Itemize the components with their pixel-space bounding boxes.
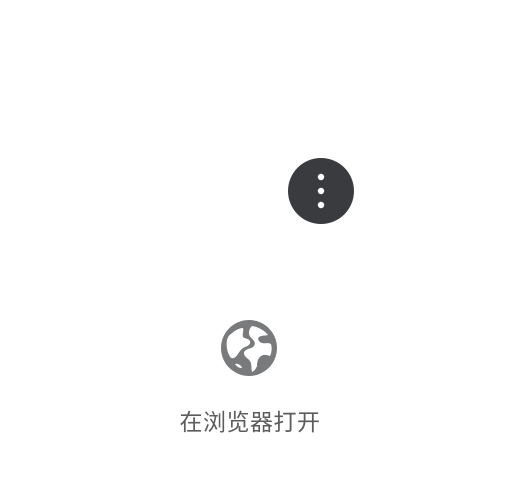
more-vertical-icon: [317, 173, 325, 209]
open-in-browser-action[interactable]: 在浏览器打开: [165, 312, 335, 446]
share-sheet-screen: 在浏览器打开: [0, 0, 508, 490]
open-in-browser-label: 在浏览器打开: [179, 410, 321, 436]
globe-icon: [221, 320, 277, 376]
more-options-button[interactable]: [288, 158, 354, 224]
